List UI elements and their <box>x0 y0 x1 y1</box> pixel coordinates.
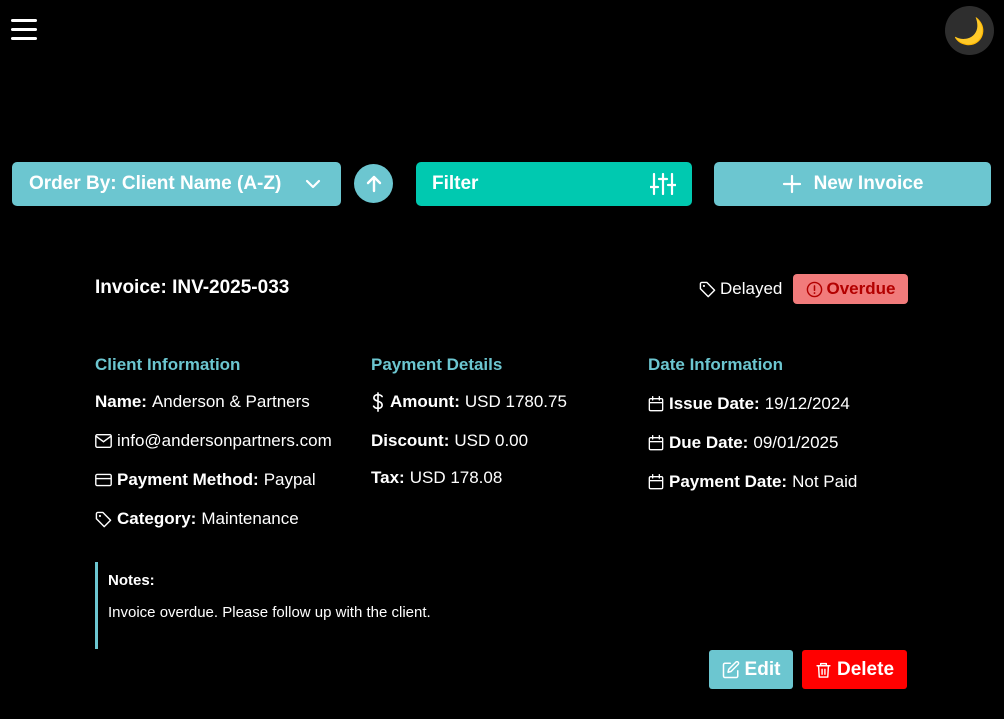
edit-icon <box>722 660 739 678</box>
tax-row: Tax: USD 178.08 <box>371 468 502 488</box>
payment-method-row: Payment Method: Paypal <box>95 470 316 490</box>
order-by-label: Order By: Client Name (A-Z) <box>29 173 282 194</box>
payment-date-value: Not Paid <box>792 472 858 491</box>
edit-button[interactable]: Edit <box>709 650 793 689</box>
payment-method-label: Payment Method: <box>117 470 259 489</box>
tag-icon <box>699 281 716 297</box>
hamburger-icon-line <box>11 37 37 40</box>
payment-date-row: Payment Date: Not Paid <box>648 472 857 492</box>
mail-icon <box>95 434 112 448</box>
client-name-value: Anderson & Partners <box>151 392 310 411</box>
calendar-icon <box>648 396 664 412</box>
filter-button[interactable]: Filter <box>416 162 692 206</box>
category-value: Maintenance <box>201 509 299 528</box>
alert-circle-icon <box>806 281 822 297</box>
calendar-icon <box>648 474 664 490</box>
hamburger-icon <box>11 19 37 22</box>
category-label: Category: <box>117 509 197 528</box>
arrow-up-icon <box>366 175 381 192</box>
amount-value: USD 1780.75 <box>464 392 567 411</box>
status-badge: Overdue <box>793 274 908 304</box>
date-info-heading: Date Information <box>648 355 784 374</box>
amount-row: Amount: USD 1780.75 <box>371 392 567 412</box>
client-email-value: info@andersonpartners.com <box>117 431 332 450</box>
issue-date-label: Issue Date: <box>669 394 760 413</box>
payment-date-label: Payment Date: <box>669 472 788 491</box>
payment-method-value: Paypal <box>263 470 316 489</box>
chevron-down-icon <box>305 179 321 189</box>
sort-direction-button[interactable] <box>354 164 393 203</box>
tax-value: USD 178.08 <box>409 468 503 487</box>
filter-label: Filter <box>432 173 479 194</box>
new-invoice-button[interactable]: New Invoice <box>714 162 991 206</box>
amount-label: Amount: <box>390 392 460 411</box>
moon-icon: 🌙 <box>953 15 986 46</box>
invoice-title: Invoice: INV-2025-033 <box>95 277 290 298</box>
discount-label: Discount: <box>371 431 450 450</box>
delete-button[interactable]: Delete <box>802 650 907 689</box>
order-by-dropdown[interactable]: Order By: Client Name (A-Z) <box>12 162 341 206</box>
category-row: Category: Maintenance <box>95 509 299 529</box>
calendar-icon <box>648 435 664 451</box>
status-tag: Delayed <box>699 279 782 299</box>
sliders-icon <box>650 173 676 195</box>
plus-icon <box>782 174 801 194</box>
edit-label: Edit <box>744 658 781 680</box>
tag-icon <box>95 511 112 528</box>
due-date-row: Due Date: 09/01/2025 <box>648 433 838 453</box>
client-name-row: Name: Anderson & Partners <box>95 392 310 412</box>
discount-value: USD 0.00 <box>454 431 529 450</box>
invoice-page: 🌙 Order By: Client Name (A-Z) Filter New… <box>0 0 1004 719</box>
client-name-label: Name: <box>95 392 147 411</box>
new-invoice-label: New Invoice <box>813 173 924 194</box>
due-date-value: 09/01/2025 <box>753 433 839 452</box>
notes-text: Invoice overdue. Please follow up with t… <box>108 604 431 621</box>
tax-label: Tax: <box>371 468 405 487</box>
status-badge-label: Overdue <box>826 279 896 298</box>
delete-label: Delete <box>836 658 895 680</box>
notes-block: Notes: Invoice overdue. Please follow up… <box>95 562 907 649</box>
dollar-icon <box>371 392 385 412</box>
discount-row: Discount: USD 0.00 <box>371 431 528 451</box>
credit-card-icon <box>95 473 112 487</box>
issue-date-row: Issue Date: 19/12/2024 <box>648 394 850 414</box>
issue-date-value: 19/12/2024 <box>764 394 850 413</box>
client-email-row: info@andersonpartners.com <box>95 431 332 451</box>
hamburger-menu-button[interactable] <box>11 18 37 42</box>
status-tag-label: Delayed <box>720 279 783 298</box>
hamburger-icon-line <box>11 28 37 31</box>
theme-toggle-button[interactable]: 🌙 <box>945 6 994 55</box>
due-date-label: Due Date: <box>669 433 749 452</box>
client-info-heading: Client Information <box>95 355 241 374</box>
notes-title: Notes: <box>108 572 155 589</box>
trash-icon <box>816 662 831 678</box>
payment-details-heading: Payment Details <box>371 355 503 374</box>
